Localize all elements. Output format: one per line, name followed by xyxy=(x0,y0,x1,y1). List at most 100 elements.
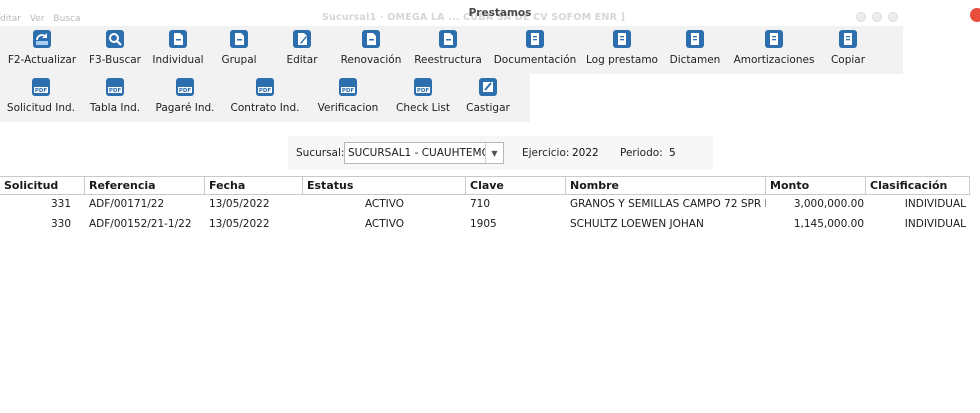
sucursal-select-value: SUCURSAL1 - CUAUHTEMOC xyxy=(348,147,485,159)
table-row[interactable]: 330 ADF/00152/21-1/22 13/05/2022 ACTIVO … xyxy=(0,215,970,235)
report-icon xyxy=(526,30,544,48)
column-header-monto[interactable]: Monto xyxy=(766,177,866,194)
grupal-button-label: Grupal xyxy=(221,54,257,66)
svg-text:PDF: PDF xyxy=(259,88,272,94)
document-icon xyxy=(439,30,457,48)
table-header: Solicitud Referencia Fecha Estatus Clave… xyxy=(0,176,970,195)
cell-fecha: 13/05/2022 xyxy=(209,198,270,210)
amortizaciones-button-label: Amortizaciones xyxy=(733,54,815,66)
cell-fecha: 13/05/2022 xyxy=(209,218,270,230)
individual-button[interactable]: Individual xyxy=(146,26,210,74)
report-icon xyxy=(686,30,704,48)
log-prestamo-button-label: Log prestamo xyxy=(586,54,658,66)
filter-bar: Sucursal: SUCURSAL1 - CUAUHTEMOC ▼ Ejerc… xyxy=(288,136,713,170)
cell-clasificacion: INDIVIDUAL xyxy=(904,198,966,210)
amortizaciones-button[interactable]: Amortizaciones xyxy=(726,26,822,74)
pdf-icon: PDF xyxy=(339,78,357,96)
chevron-down-icon[interactable]: ▼ xyxy=(485,143,503,163)
periodo-value[interactable]: 5 xyxy=(669,147,676,159)
cell-clave: 1905 xyxy=(470,218,497,230)
solicitud-ind-button[interactable]: PDF Solicitud Ind. xyxy=(0,74,82,122)
cell-nombre: SCHULTZ LOEWEN JOHAN xyxy=(570,218,704,230)
pdf-icon: PDF xyxy=(176,78,194,96)
documentacion-button-label: Documentación xyxy=(493,54,577,66)
dictamen-button[interactable]: Dictamen xyxy=(664,26,726,74)
periodo-label: Periodo: xyxy=(620,147,663,159)
bg-menu-item: Ver xyxy=(29,14,45,24)
reestructura-button-label: Reestructura xyxy=(414,54,482,66)
renovacion-button-label: Renovación xyxy=(340,54,402,66)
pagare-ind-button-label: Pagaré Ind. xyxy=(155,102,215,114)
prestamos-table: Solicitud Referencia Fecha Estatus Clave… xyxy=(0,176,970,235)
verificacion-button-label: Verificacion xyxy=(317,102,379,114)
pdf-icon: PDF xyxy=(106,78,124,96)
close-icon[interactable] xyxy=(970,8,980,22)
refresh-icon xyxy=(33,30,51,48)
editar-button[interactable]: Editar xyxy=(268,26,336,74)
tabla-ind-button[interactable]: PDF Tabla Ind. xyxy=(82,74,148,122)
bg-menu-item: Busca xyxy=(53,14,81,24)
copiar-button[interactable]: Copiar xyxy=(822,26,874,74)
check-list-button-label: Check List xyxy=(396,102,450,114)
pdf-icon: PDF xyxy=(32,78,50,96)
check-list-button[interactable]: PDF Check List xyxy=(388,74,458,122)
toolbar-reports: PDF Solicitud Ind. PDF Tabla Ind. PDF Pa… xyxy=(0,74,530,122)
grupal-button[interactable]: Grupal xyxy=(210,26,268,74)
toolbar-primary: F2-Actualizar F3-Buscar Individual Grupa… xyxy=(0,26,903,74)
editar-button-label: Editar xyxy=(286,54,318,66)
cell-solicitud: 331 xyxy=(50,198,71,210)
refresh-button[interactable]: F2-Actualizar xyxy=(0,26,84,74)
report-icon xyxy=(765,30,783,48)
cell-estatus: ACTIVO xyxy=(364,218,405,230)
svg-text:PDF: PDF xyxy=(342,88,355,94)
column-header-fecha[interactable]: Fecha xyxy=(205,177,303,194)
svg-text:PDF: PDF xyxy=(179,88,192,94)
svg-text:PDF: PDF xyxy=(35,88,48,94)
log-prestamo-button[interactable]: Log prestamo xyxy=(580,26,664,74)
column-header-solicitud[interactable]: Solicitud xyxy=(0,177,85,194)
cell-clasificacion: INDIVIDUAL xyxy=(904,218,966,230)
window-title: Prestamos xyxy=(468,7,532,19)
cell-solicitud: 330 xyxy=(50,218,71,230)
contrato-ind-button[interactable]: PDF Contrato Ind. xyxy=(222,74,308,122)
ejercicio-value[interactable]: 2022 xyxy=(572,147,599,159)
cell-nombre: GRANOS Y SEMILLAS CAMPO 72 SPR DE R xyxy=(570,198,766,210)
search-button[interactable]: F3-Buscar xyxy=(84,26,146,74)
cell-referencia: ADF/00152/21-1/22 xyxy=(89,218,192,230)
column-header-clave[interactable]: Clave xyxy=(466,177,566,194)
bg-menu-item: ditar xyxy=(0,14,21,24)
dictamen-button-label: Dictamen xyxy=(669,54,721,66)
reestructura-button[interactable]: Reestructura xyxy=(406,26,490,74)
contrato-ind-button-label: Contrato Ind. xyxy=(230,102,300,114)
document-icon xyxy=(230,30,248,48)
app-root: ditar Ver Busca Sucursal1 · OMEGA LA ...… xyxy=(0,0,980,413)
cell-monto: 1,145,000.00 xyxy=(793,218,864,230)
column-header-referencia[interactable]: Referencia xyxy=(85,177,205,194)
cell-clave: 710 xyxy=(470,198,491,210)
tabla-ind-button-label: Tabla Ind. xyxy=(89,102,141,114)
column-header-nombre[interactable]: Nombre xyxy=(566,177,766,194)
svg-text:PDF: PDF xyxy=(109,88,122,94)
column-header-clasificacion[interactable]: Clasificación xyxy=(866,177,970,194)
pdf-icon: PDF xyxy=(256,78,274,96)
renovacion-button[interactable]: Renovación xyxy=(336,26,406,74)
column-header-estatus[interactable]: Estatus xyxy=(303,177,466,194)
pagare-ind-button[interactable]: PDF Pagaré Ind. xyxy=(148,74,222,122)
document-icon xyxy=(169,30,187,48)
document-icon xyxy=(362,30,380,48)
castigar-button[interactable]: Castigar xyxy=(458,74,518,122)
report-icon xyxy=(839,30,857,48)
sucursal-label: Sucursal: xyxy=(296,147,345,159)
table-row[interactable]: 331 ADF/00171/22 13/05/2022 ACTIVO 710 G… xyxy=(0,195,970,215)
verificacion-button[interactable]: PDF Verificacion xyxy=(308,74,388,122)
edit-icon xyxy=(293,30,311,48)
documentacion-button[interactable]: Documentación xyxy=(490,26,580,74)
background-menubar: ditar Ver Busca xyxy=(0,14,86,24)
svg-text:PDF: PDF xyxy=(417,88,430,94)
refresh-button-label: F2-Actualizar xyxy=(7,54,77,66)
sucursal-select[interactable]: SUCURSAL1 - CUAUHTEMOC ▼ xyxy=(344,142,504,164)
castigar-icon xyxy=(479,78,497,96)
castigar-button-label: Castigar xyxy=(466,102,510,114)
solicitud-ind-button-label: Solicitud Ind. xyxy=(6,102,76,114)
report-icon xyxy=(613,30,631,48)
